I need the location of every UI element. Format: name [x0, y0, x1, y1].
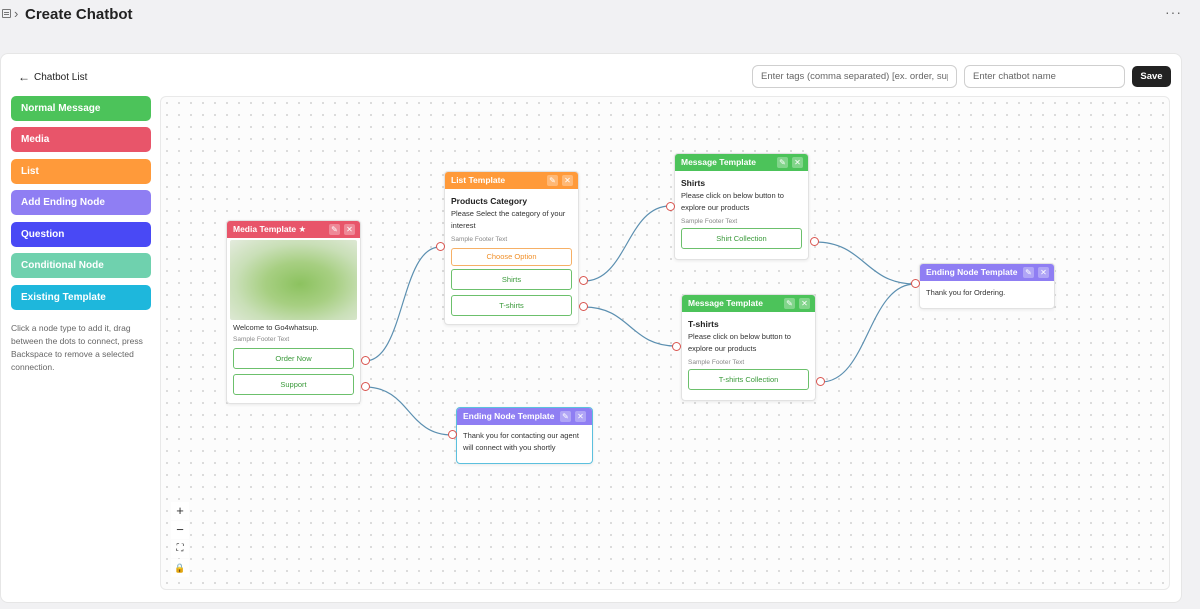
close-icon[interactable]: ✕ [344, 224, 355, 235]
close-icon[interactable]: ✕ [792, 157, 803, 168]
edit-icon[interactable]: ✎ [329, 224, 340, 235]
node-text: Thank you for Ordering. [926, 288, 1006, 297]
node-header[interactable]: Message Template ✎ ✕ [682, 295, 815, 312]
top-header: › Create Chatbot ··· [0, 0, 1200, 36]
edit-icon[interactable]: ✎ [547, 175, 558, 186]
node-choose-option-button[interactable]: Choose Option [451, 248, 572, 266]
node-button-t-shirts-collection[interactable]: T-shirts Collection [688, 369, 809, 390]
help-text: Click a node type to add it, drag betwee… [11, 323, 143, 372]
node-title: Products Category [451, 196, 528, 206]
message-template-node-shirts[interactable]: Message Template ✎ ✕ Shirts Please click… [674, 153, 809, 260]
media-template-node[interactable]: Media Template ★ ✎ ✕ Welcome to Go4whats… [226, 220, 361, 404]
node-button-t-shirts[interactable]: T-shirts [451, 295, 572, 316]
node-text: Welcome to Go4whatsup. [233, 323, 319, 332]
target-handle-ending-support[interactable] [448, 430, 457, 439]
back-link-label: Chatbot List [34, 71, 88, 83]
target-handle-ending-order[interactable] [911, 279, 920, 288]
node-footer-text: Sample Footer Text [451, 236, 508, 243]
node-header-label: Ending Node Template [926, 267, 1018, 277]
page-icon[interactable] [2, 9, 11, 18]
node-text: Please Select the category of your inter… [451, 209, 566, 230]
add-question-button[interactable]: Question [11, 222, 151, 247]
list-template-node[interactable]: List Template ✎ ✕ Products Category Plea… [444, 171, 579, 325]
node-header-label: List Template [451, 175, 506, 185]
node-header[interactable]: Ending Node Template ✎ ✕ [457, 408, 592, 425]
source-handle-shirt-collection[interactable] [810, 237, 819, 246]
target-handle-list[interactable] [436, 242, 445, 251]
node-header-label: Media Template ★ [233, 224, 307, 234]
source-handle-t-shirts-collection[interactable] [816, 377, 825, 386]
page-title: Create Chatbot [25, 6, 133, 23]
node-button-shirts[interactable]: Shirts [451, 269, 572, 290]
node-text: Please click on below button to explore … [688, 332, 791, 353]
node-header[interactable]: Ending Node Template ✎ ✕ [920, 264, 1054, 281]
zoom-in-button[interactable]: + [171, 502, 189, 520]
source-handle-shirts[interactable] [579, 276, 588, 285]
edit-icon[interactable]: ✎ [1023, 267, 1034, 278]
node-header[interactable]: Message Template ✎ ✕ [675, 154, 808, 171]
lock-icon[interactable]: 🔒 [171, 559, 189, 577]
add-media-button[interactable]: Media [11, 127, 151, 152]
edit-icon[interactable]: ✎ [777, 157, 788, 168]
add-list-button[interactable]: List [11, 159, 151, 184]
add-conditional-node-button[interactable]: Conditional Node [11, 253, 151, 278]
close-icon[interactable]: ✕ [562, 175, 573, 186]
source-handle-t-shirts[interactable] [579, 302, 588, 311]
node-button-support[interactable]: Support [233, 374, 354, 395]
node-text: Thank you for contacting our agent will … [463, 431, 579, 452]
node-title: Shirts [681, 178, 706, 188]
close-icon[interactable]: ✕ [1038, 267, 1049, 278]
source-handle-order-now[interactable] [361, 356, 370, 365]
node-header-label: Message Template [681, 157, 756, 167]
message-template-node-t-shirts[interactable]: Message Template ✎ ✕ T-shirts Please cli… [681, 294, 816, 401]
node-title: T-shirts [688, 319, 719, 329]
add-existing-template-button[interactable]: Existing Template [11, 285, 151, 310]
target-handle-message-t-shirts[interactable] [672, 342, 681, 351]
zoom-out-button[interactable]: − [171, 521, 189, 539]
node-header[interactable]: Media Template ★ ✎ ✕ [227, 221, 360, 238]
node-footer-text: Sample Footer Text [681, 218, 738, 225]
ending-node-support[interactable]: Ending Node Template ✎ ✕ Thank you for c… [456, 407, 593, 464]
close-icon[interactable]: ✕ [575, 411, 586, 422]
close-icon[interactable]: ✕ [799, 298, 810, 309]
add-ending-node-button[interactable]: Add Ending Node [11, 190, 151, 215]
target-handle-message-shirts[interactable] [666, 202, 675, 211]
node-footer-text: Sample Footer Text [233, 336, 290, 343]
back-to-chatbot-list-link[interactable]: ← Chatbot List [18, 70, 87, 84]
node-footer-text: Sample Footer Text [688, 359, 745, 366]
ending-node-order[interactable]: Ending Node Template ✎ ✕ Thank you for O… [919, 263, 1055, 309]
node-header-label: Ending Node Template [463, 411, 555, 421]
breadcrumb-separator: › [14, 6, 19, 21]
more-options-icon[interactable]: ··· [1165, 4, 1182, 20]
fit-view-button[interactable]: ⛶ [171, 540, 189, 558]
edit-icon[interactable]: ✎ [784, 298, 795, 309]
node-button-shirt-collection[interactable]: Shirt Collection [681, 228, 802, 249]
node-text: Please click on below button to explore … [681, 191, 784, 212]
node-header-label: Message Template [688, 298, 763, 308]
source-handle-support[interactable] [361, 382, 370, 391]
arrow-left-icon: ← [18, 70, 30, 84]
edit-icon[interactable]: ✎ [560, 411, 571, 422]
node-header[interactable]: List Template ✎ ✕ [445, 172, 578, 189]
add-normal-message-button[interactable]: Normal Message [11, 96, 151, 121]
save-button[interactable]: Save [1132, 66, 1171, 87]
node-button-order-now[interactable]: Order Now [233, 348, 354, 369]
media-preview-image [230, 240, 357, 320]
tags-input[interactable] [752, 65, 957, 88]
chatbot-name-input[interactable] [964, 65, 1125, 88]
